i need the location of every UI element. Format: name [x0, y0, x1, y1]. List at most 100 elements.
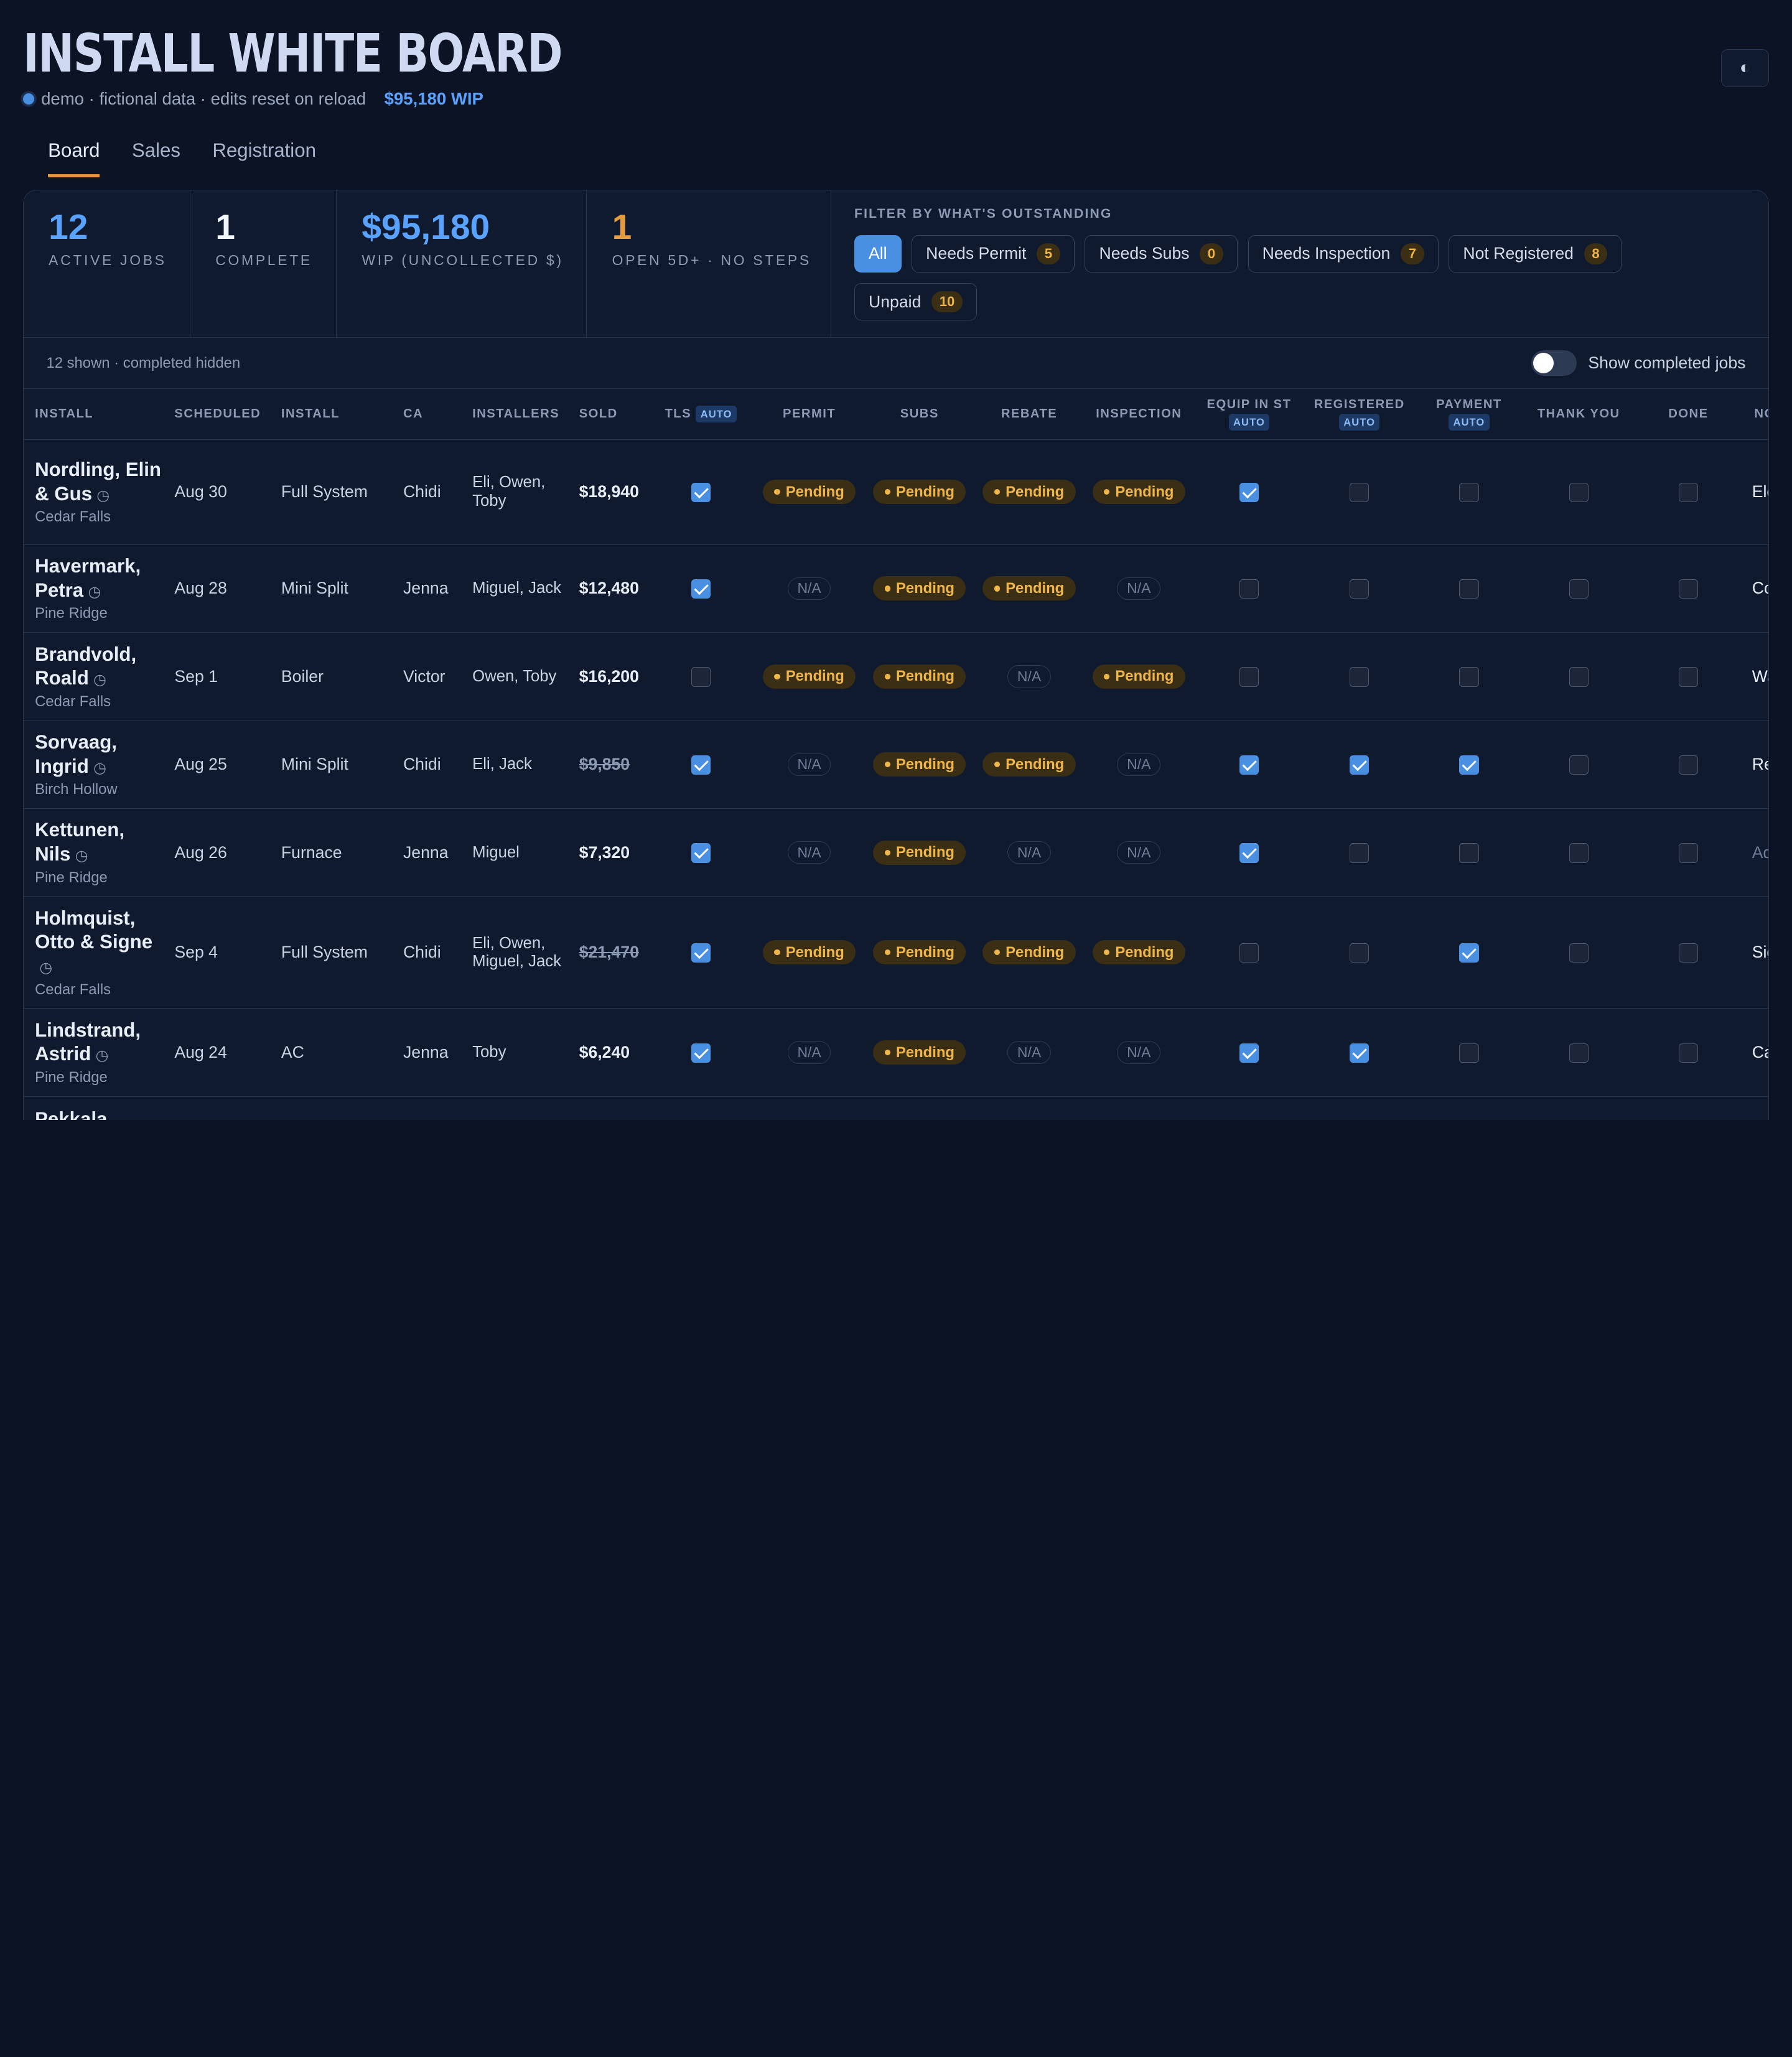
tls-checkbox[interactable]: [691, 843, 711, 863]
status-pill-na[interactable]: N/A: [1117, 577, 1161, 600]
notes-cell[interactable]: Callb: [1743, 1008, 1769, 1097]
sold-cell[interactable]: $12,480: [567, 544, 648, 633]
status-pill-pending[interactable]: Pending: [982, 752, 1076, 777]
status-pill-pending[interactable]: Pending: [873, 576, 966, 601]
col-header-rebate[interactable]: REBATE: [974, 389, 1084, 440]
install-type[interactable]: Mini Split: [269, 721, 392, 809]
job-cell[interactable]: Kettunen, Nils ◷ Pine Ridge: [23, 808, 164, 897]
installers-list[interactable]: Miguel, Jack: [460, 544, 568, 633]
thank-you-checkbox[interactable]: [1569, 943, 1589, 963]
col-header-payment[interactable]: PAYMENT AUTO: [1414, 389, 1524, 440]
col-header-tls[interactable]: TLS AUTO: [647, 389, 754, 440]
wip-total-link[interactable]: $95,180 WIP: [385, 89, 483, 109]
registered-checkbox[interactable]: [1350, 943, 1370, 963]
col-header-scheduled[interactable]: SCHEDULED: [163, 389, 270, 440]
scheduled-date[interactable]: Aug 25: [163, 721, 270, 809]
equip-checkbox[interactable]: [1239, 667, 1259, 687]
col-header-thank-you[interactable]: THANK YOU: [1523, 389, 1634, 440]
ca-name[interactable]: Jenna: [391, 808, 461, 897]
sold-cell[interactable]: $18,940: [567, 439, 648, 545]
installers-list[interactable]: Eli, Owen, Toby: [460, 439, 568, 545]
thank-you-checkbox[interactable]: [1569, 482, 1589, 503]
tab-board[interactable]: Board: [48, 139, 100, 178]
payment-checkbox[interactable]: [1459, 755, 1479, 775]
tls-checkbox[interactable]: [691, 667, 711, 687]
install-type[interactable]: Furnace: [269, 808, 392, 897]
status-pill-pending[interactable]: Pending: [982, 940, 1076, 965]
installers-list[interactable]: Owen, Toby: [460, 632, 568, 721]
payment-checkbox[interactable]: [1459, 943, 1479, 963]
status-pill-na[interactable]: N/A: [1007, 665, 1051, 688]
status-pill-na[interactable]: N/A: [1117, 1041, 1161, 1064]
table-row[interactable]: Pekkala,: [23, 1096, 1769, 1120]
thank-you-checkbox[interactable]: [1569, 843, 1589, 863]
status-pill-pending[interactable]: Pending: [873, 752, 966, 777]
scheduled-date[interactable]: Aug 26: [163, 808, 270, 897]
status-pill-pending[interactable]: Pending: [763, 664, 856, 689]
notes-cell[interactable]: Conc: [1743, 544, 1769, 633]
filter-chip-all[interactable]: All: [854, 235, 902, 273]
install-type[interactable]: Boiler: [269, 632, 392, 721]
job-cell[interactable]: Nordling, Elin & Gus ◷ Cedar Falls: [23, 439, 164, 545]
install-type[interactable]: [269, 1096, 392, 1120]
scheduled-date[interactable]: Aug 30: [163, 439, 270, 545]
registered-checkbox[interactable]: [1350, 579, 1370, 599]
col-header-permit[interactable]: PERMIT: [754, 389, 865, 440]
col-header-inspection[interactable]: INSPECTION: [1083, 389, 1194, 440]
status-pill-pending[interactable]: Pending: [873, 940, 966, 965]
tab-sales[interactable]: Sales: [132, 139, 180, 177]
sold-cell[interactable]: $7,320: [567, 808, 648, 897]
status-pill-na[interactable]: N/A: [787, 841, 831, 864]
install-type[interactable]: Mini Split: [269, 544, 392, 633]
status-pill-pending[interactable]: Pending: [1092, 940, 1185, 965]
installers-list[interactable]: Eli, Owen, Miguel, Jack: [460, 896, 568, 1009]
done-checkbox[interactable]: [1678, 843, 1699, 863]
status-pill-pending[interactable]: Pending: [873, 1040, 966, 1065]
status-pill-pending[interactable]: Pending: [873, 480, 966, 505]
theme-toggle-button[interactable]: ◐: [1721, 49, 1770, 87]
payment-checkbox[interactable]: [1459, 482, 1479, 503]
filter-chip-needs-inspection[interactable]: Needs Inspection 7: [1248, 235, 1439, 273]
col-header-installers[interactable]: INSTALLERS: [460, 389, 568, 440]
filter-chip-unpaid[interactable]: Unpaid 10: [854, 282, 978, 321]
show-completed-toggle[interactable]: [1531, 350, 1577, 376]
sold-cell[interactable]: $9,850: [567, 721, 648, 809]
thank-you-checkbox[interactable]: [1569, 755, 1589, 775]
job-cell[interactable]: Brandvold, Roald ◷ Cedar Falls: [23, 632, 164, 721]
done-checkbox[interactable]: [1678, 579, 1699, 599]
notes-cell[interactable]: Elect: [1743, 439, 1769, 545]
done-checkbox[interactable]: [1678, 943, 1699, 963]
status-pill-pending[interactable]: Pending: [763, 480, 856, 505]
status-pill-na[interactable]: N/A: [787, 1041, 831, 1064]
thank-you-checkbox[interactable]: [1569, 667, 1589, 687]
table-row[interactable]: Kettunen, Nils ◷ Pine Ridge Aug 26 Furnac…: [23, 808, 1769, 897]
tab-registration[interactable]: Registration: [212, 139, 316, 177]
sold-cell[interactable]: $16,200: [567, 632, 648, 721]
installers-list[interactable]: Eli, Jack: [460, 721, 568, 809]
payment-checkbox[interactable]: [1459, 843, 1479, 863]
col-header-install-type[interactable]: INSTALL: [269, 389, 392, 440]
scheduled-date[interactable]: Sep 4: [163, 896, 270, 1009]
payment-checkbox[interactable]: [1459, 1043, 1479, 1063]
sold-cell[interactable]: [567, 1096, 648, 1120]
done-checkbox[interactable]: [1678, 482, 1699, 503]
status-pill-na[interactable]: N/A: [1007, 1041, 1051, 1064]
notes-cell[interactable]: Signe: [1743, 896, 1769, 1009]
notes-cell[interactable]: [1743, 1096, 1769, 1120]
install-type[interactable]: AC: [269, 1008, 392, 1097]
done-checkbox[interactable]: [1678, 1043, 1699, 1063]
scheduled-date[interactable]: Aug 28: [163, 544, 270, 633]
equip-checkbox[interactable]: [1239, 943, 1259, 963]
col-header-equip[interactable]: EQUIP IN ST AUTO: [1193, 389, 1305, 440]
status-pill-na[interactable]: N/A: [1117, 753, 1161, 776]
job-cell[interactable]: Holmquist, Otto & Signe ◷ Cedar Falls: [23, 896, 164, 1009]
table-row[interactable]: Sorvaag, Ingrid ◷ Birch Hollow Aug 25 Min…: [23, 721, 1769, 809]
tls-checkbox[interactable]: [691, 579, 711, 599]
col-header-registered[interactable]: REGISTERED AUTO: [1304, 389, 1415, 440]
tls-checkbox[interactable]: [691, 943, 711, 963]
tls-checkbox[interactable]: [691, 755, 711, 775]
sold-cell[interactable]: $21,470: [567, 896, 648, 1009]
installers-list[interactable]: Miguel: [460, 808, 568, 897]
status-pill-pending[interactable]: Pending: [1092, 664, 1185, 689]
col-header-install[interactable]: INSTALL: [23, 389, 164, 440]
